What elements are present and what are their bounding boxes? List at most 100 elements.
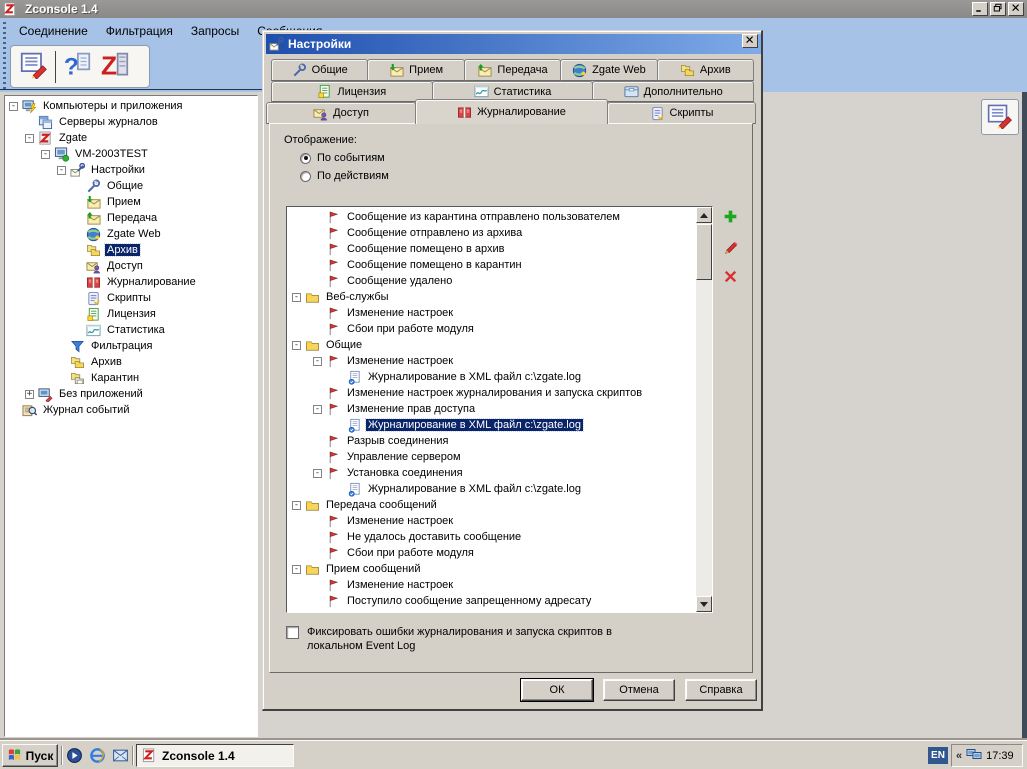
collapse-toggle[interactable]: - bbox=[313, 404, 322, 414]
tab-access[interactable]: Доступ bbox=[266, 102, 416, 124]
tree-item-label[interactable]: Без приложений bbox=[57, 388, 145, 400]
taskbar-task-zconsole[interactable]: Zconsole 1.4 bbox=[136, 744, 294, 767]
tab-general[interactable]: Общие bbox=[271, 59, 369, 81]
tree-item-label[interactable]: Передача сообщений bbox=[324, 499, 439, 511]
scroll-up-button[interactable] bbox=[696, 207, 712, 223]
tree-item-label[interactable]: Веб-службы bbox=[324, 291, 391, 303]
menu-item-2[interactable]: Запросы bbox=[182, 20, 248, 42]
toolbar-grip2[interactable] bbox=[3, 47, 6, 89]
tree-item[interactable]: - Изменение прав доступа bbox=[288, 401, 695, 417]
tree-item[interactable]: Карантин bbox=[5, 370, 257, 386]
tree-item[interactable]: - Установка соединения bbox=[288, 465, 695, 481]
tree-item-label[interactable]: VM-2003TEST bbox=[73, 148, 150, 160]
tree-item-label[interactable]: Статистика bbox=[105, 324, 167, 336]
tree-item-label[interactable]: Журнал событий bbox=[41, 404, 131, 416]
tree-item-label[interactable]: Разрыв соединения bbox=[345, 435, 450, 447]
tree-item[interactable]: Журнал событий bbox=[5, 402, 257, 418]
tree-item[interactable]: Общие bbox=[5, 178, 257, 194]
tree-item-label[interactable]: Архив bbox=[104, 243, 141, 257]
network-tray-icon[interactable] bbox=[966, 746, 982, 765]
tree-item[interactable]: Изменение настроек bbox=[288, 305, 695, 321]
tree-item-label[interactable]: Сбои при работе модуля bbox=[345, 323, 476, 335]
radio-selected[interactable] bbox=[300, 152, 311, 164]
tree-item[interactable]: - Настройки bbox=[5, 162, 257, 178]
tree-item-label[interactable]: Общие bbox=[324, 339, 364, 351]
tree-item[interactable]: Журналирование в XML файл c:\zgate.log bbox=[288, 369, 695, 385]
start-button[interactable]: Пуск bbox=[2, 744, 58, 767]
tree-item[interactable]: Журналирование bbox=[5, 274, 257, 290]
tree-item-label[interactable]: Изменение настроек bbox=[345, 307, 455, 319]
cancel-button[interactable]: Отмена bbox=[603, 679, 675, 701]
tree-item[interactable]: Сбои при работе модуля bbox=[288, 321, 695, 337]
tree-item-label[interactable]: Сбои при работе модуля bbox=[345, 547, 476, 559]
tree-item-label[interactable]: Настройки bbox=[89, 164, 147, 176]
tab-transmit[interactable]: Передача bbox=[463, 59, 562, 81]
tree-item[interactable]: Не удалось доставить сообщение bbox=[288, 529, 695, 545]
tree-item-label[interactable]: Не удалось доставить сообщение bbox=[345, 531, 523, 543]
tree-item-label[interactable]: Изменение настроек bbox=[345, 579, 455, 591]
tree-item[interactable]: - Прием сообщений bbox=[288, 561, 695, 577]
ok-button[interactable]: ОК bbox=[521, 679, 593, 701]
menu-item-0[interactable]: Соединение bbox=[10, 20, 97, 42]
tree-item[interactable]: Разрыв соединения bbox=[288, 433, 695, 449]
tree-item[interactable]: Сообщение помещено в архив bbox=[288, 241, 695, 257]
tree-item-label[interactable]: Карантин bbox=[89, 372, 141, 384]
tree-item[interactable]: Сбои при работе модуля bbox=[288, 545, 695, 561]
tree-item-label[interactable]: Журналирование в XML файл c:\zgate.log bbox=[365, 418, 584, 432]
tree-item[interactable]: Фильтрация bbox=[5, 338, 257, 354]
tree-item[interactable]: Сообщение из карантина отправлено пользо… bbox=[288, 209, 695, 225]
internet-explorer-icon[interactable] bbox=[89, 747, 106, 764]
tree-item[interactable]: - VM-2003TEST bbox=[5, 146, 257, 162]
tree-item[interactable]: Сообщение отправлено из архива bbox=[288, 225, 695, 241]
tree-item-label[interactable]: Изменение прав доступа bbox=[345, 403, 477, 415]
tree-item-label[interactable]: Журналирование в XML файл c:\zgate.log bbox=[366, 371, 583, 383]
tree-item-label[interactable]: Фильтрация bbox=[89, 340, 154, 352]
tree-item-label[interactable]: Скрипты bbox=[105, 292, 153, 304]
tree-item[interactable]: Zgate Web bbox=[5, 226, 257, 242]
tree-item-label[interactable]: Сообщение удалено bbox=[345, 275, 454, 287]
radio-label[interactable]: По действиям bbox=[317, 170, 389, 182]
tree-item-label[interactable]: Сообщение из карантина отправлено пользо… bbox=[345, 211, 622, 223]
dialog-close-button[interactable] bbox=[742, 34, 758, 48]
radio-unselected[interactable] bbox=[300, 170, 311, 182]
tree-item[interactable]: - Изменение настроек bbox=[288, 353, 695, 369]
tree-item-label[interactable]: Прием сообщений bbox=[324, 563, 422, 575]
tree-item[interactable]: + Без приложений bbox=[5, 386, 257, 402]
tree-item[interactable]: Сообщение помещено в карантин bbox=[288, 257, 695, 273]
tree-item[interactable]: Скрипты bbox=[5, 290, 257, 306]
edit-settings-button[interactable] bbox=[981, 99, 1019, 135]
tree-item[interactable]: Лицензия bbox=[5, 306, 257, 322]
collapse-toggle[interactable]: - bbox=[57, 165, 66, 175]
tree-item-label[interactable]: Прием bbox=[105, 196, 143, 208]
tree-item-label[interactable]: Лицензия bbox=[105, 308, 158, 320]
tree-item-label[interactable]: Архив bbox=[89, 356, 124, 368]
tree-item[interactable]: Серверы журналов bbox=[5, 114, 257, 130]
tree-item[interactable]: Передача bbox=[5, 210, 257, 226]
tree-item-label[interactable]: Журналирование bbox=[105, 276, 198, 288]
collapse-toggle[interactable]: - bbox=[9, 101, 18, 111]
toolbar-button-zconsole[interactable]: Z bbox=[98, 50, 132, 84]
tree-item-label[interactable]: Zgate bbox=[57, 132, 89, 144]
tree-item[interactable]: Журналирование в XML файл c:\zgate.log bbox=[288, 417, 695, 433]
tree-item-label[interactable]: Компьютеры и приложения bbox=[41, 100, 185, 112]
tray-chevron[interactable]: « bbox=[956, 750, 962, 762]
tree-item-label[interactable]: Общие bbox=[105, 180, 145, 192]
radio-label[interactable]: По событиям bbox=[317, 152, 385, 164]
tree-item[interactable]: Журналирование в XML файл c:\zgate.log bbox=[288, 481, 695, 497]
tab-license[interactable]: Лицензия bbox=[271, 81, 433, 102]
tree-item[interactable]: Сообщение удалено bbox=[288, 273, 695, 289]
collapse-toggle[interactable]: - bbox=[313, 468, 322, 478]
collapse-toggle[interactable]: - bbox=[25, 133, 34, 143]
tab-scripts[interactable]: Скрипты bbox=[607, 102, 756, 124]
tree-item-label[interactable]: Поступило сообщение запрещенному адресат… bbox=[345, 595, 593, 607]
help-button[interactable]: Справка bbox=[685, 679, 757, 701]
tree-item-label[interactable]: Передача bbox=[105, 212, 159, 224]
fix-errors-checkbox[interactable] bbox=[286, 626, 299, 639]
toolbar-button-edit-list[interactable] bbox=[17, 50, 51, 84]
language-indicator[interactable]: EN bbox=[928, 747, 948, 764]
tab-receive[interactable]: Прием bbox=[367, 59, 465, 81]
scrollbar-thumb[interactable] bbox=[696, 224, 712, 280]
tree-item[interactable]: Доступ bbox=[5, 258, 257, 274]
tree-item[interactable]: - Передача сообщений bbox=[288, 497, 695, 513]
tree-item[interactable]: Статистика bbox=[5, 322, 257, 338]
